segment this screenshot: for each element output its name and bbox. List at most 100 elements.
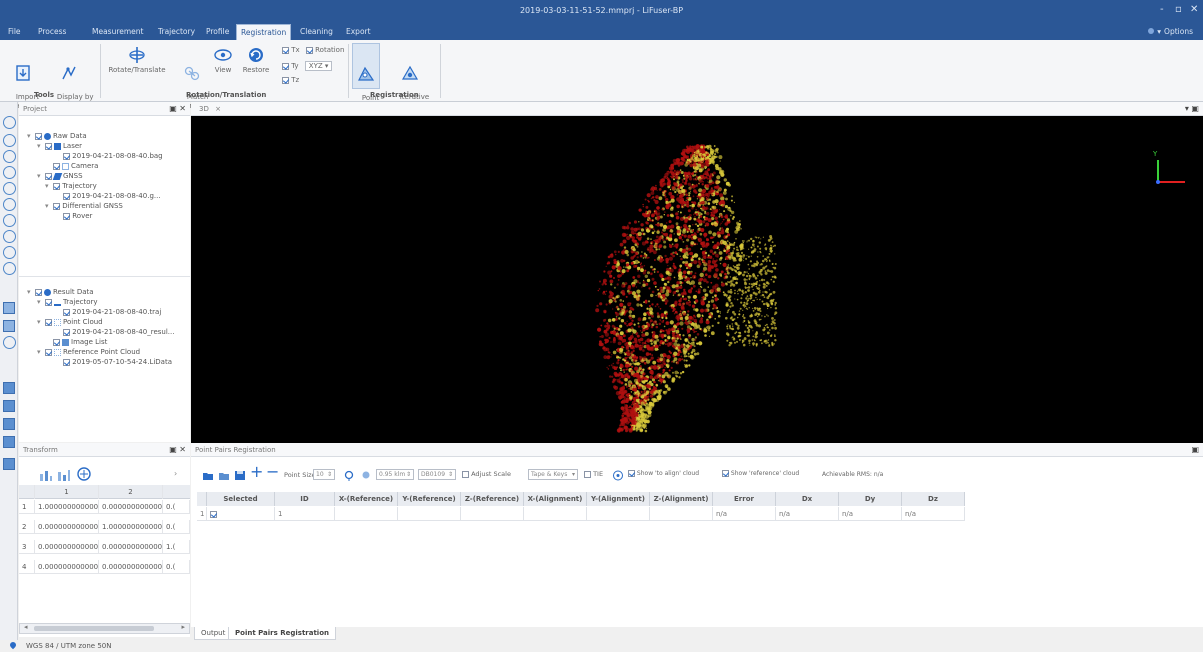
pin-icon[interactable]: ▾ ▣ — [1185, 104, 1199, 113]
tree-result-trajectory[interactable]: ▾ Trajectory — [37, 298, 98, 306]
menu-measurement[interactable]: Measurement — [92, 27, 144, 36]
menu-profile[interactable]: Profile — [206, 27, 229, 36]
dx-cell[interactable]: n/a — [776, 507, 839, 521]
close-button[interactable]: ✕ — [1190, 4, 1198, 15]
field-a-input[interactable]: 0.95 klm ⇕ — [376, 469, 414, 480]
menu-process[interactable]: Process — [38, 27, 66, 36]
add-pair-icon[interactable]: + — [250, 464, 263, 480]
tool-square-icon[interactable] — [3, 418, 15, 430]
matrix-cell[interactable]: 0.000000000000 — [99, 540, 163, 554]
transform-icon[interactable] — [77, 467, 91, 481]
adjust-scale-toggle[interactable]: Adjust Scale — [462, 470, 511, 478]
tree-result-traj-file[interactable]: 2019-04-21-08-08-40.traj — [63, 308, 161, 316]
show-align-toggle[interactable]: Show 'to align' cloud — [628, 470, 699, 477]
pick-reference-icon[interactable] — [360, 470, 372, 481]
matrix-cell[interactable]: 0.000000000000 — [99, 560, 163, 574]
pin-close-icon[interactable]: ▣ ✕ — [169, 445, 186, 454]
coordinate-cell[interactable] — [650, 507, 713, 521]
coordinate-cell[interactable] — [335, 507, 398, 521]
tool-square-icon[interactable] — [3, 320, 15, 332]
tab-point-pairs[interactable]: Point Pairs Registration — [228, 627, 337, 640]
tie-toggle[interactable]: TIE — [584, 470, 603, 478]
matrix-cell[interactable]: 0.000000000000 — [35, 560, 99, 574]
tool-circle-icon[interactable] — [3, 116, 16, 129]
tree-gnss[interactable]: ▾ GNSS — [37, 172, 83, 180]
coordinate-cell[interactable] — [524, 507, 587, 521]
matrix-cell[interactable]: 1.000000000000 — [35, 500, 99, 514]
column-header[interactable]: Y-(Reference) — [398, 492, 461, 506]
coordinate-cell[interactable] — [398, 507, 461, 521]
menu-cleaning[interactable]: Cleaning — [300, 27, 333, 36]
tree-rover[interactable]: Rover — [63, 212, 92, 220]
tree-result-data[interactable]: ▾ Result Data — [27, 288, 94, 296]
tool-circle-icon[interactable] — [3, 182, 16, 195]
ty-checkbox[interactable] — [282, 62, 289, 70]
id-cell[interactable]: 1 — [275, 507, 335, 521]
matrix-cell[interactable]: 1.( — [163, 540, 190, 554]
field-b-input[interactable]: DB0109 ⇕ — [418, 469, 456, 480]
rotation-checkbox[interactable] — [305, 46, 313, 54]
3d-viewport[interactable]: Y — [191, 116, 1203, 443]
error-cell[interactable]: n/a — [713, 507, 776, 521]
pin-icon[interactable]: ▣ — [1191, 445, 1199, 454]
restore-button[interactable]: Restore — [240, 46, 272, 75]
tool-circle-icon[interactable] — [3, 246, 16, 259]
dz-cell[interactable]: n/a — [902, 507, 965, 521]
folder-icon[interactable] — [218, 470, 230, 481]
column-header[interactable]: Z-(Alignment) — [650, 492, 713, 506]
bar-chart-icon[interactable] — [39, 469, 53, 481]
column-header[interactable]: X-(Reference) — [335, 492, 398, 506]
tool-circle-icon[interactable] — [3, 134, 16, 147]
selected-checkbox[interactable] — [210, 510, 217, 518]
tree-diff-gnss[interactable]: ▾ Differential GNSS — [45, 202, 123, 210]
menu-trajectory[interactable]: Trajectory — [158, 27, 195, 36]
keys-mode-select[interactable]: Tape & Keys ▾ — [528, 469, 578, 480]
tool-square-icon[interactable] — [3, 400, 15, 412]
matrix-cell[interactable]: 0.( — [163, 560, 190, 574]
tool-circle-icon[interactable] — [3, 150, 16, 163]
matrix-cell[interactable]: 0.000000000000 — [99, 500, 163, 514]
bar-chart-icon[interactable] — [57, 469, 71, 481]
tab-3d[interactable]: 3D — [199, 105, 209, 113]
tree-bag-file[interactable]: 2019-04-21-08-08-40.bag — [63, 152, 163, 160]
scroll-thumb[interactable] — [34, 626, 154, 631]
tool-circle-icon[interactable] — [3, 214, 16, 227]
dy-cell[interactable]: n/a — [839, 507, 902, 521]
rotate-translate-button[interactable]: Rotate/Translate — [106, 46, 168, 75]
minimize-button[interactable]: - — [1160, 4, 1164, 15]
tree-pc-file[interactable]: 2019-04-21-08-08-40_resul... — [63, 328, 174, 336]
remove-pair-icon[interactable]: − — [266, 464, 279, 480]
pin-close-icon[interactable]: ▣ ✕ — [169, 104, 186, 113]
column-header[interactable]: Dx — [776, 492, 839, 506]
chevron-right-icon[interactable]: › — [174, 469, 177, 478]
tree-camera[interactable]: Camera — [53, 162, 98, 170]
tool-square-icon[interactable] — [3, 458, 15, 470]
matrix-cell[interactable]: 0.000000000000 — [35, 520, 99, 534]
column-header[interactable]: Dz — [902, 492, 965, 506]
column-header[interactable]: Dy — [839, 492, 902, 506]
point-pairs-button[interactable]: Point Pairs — [352, 43, 380, 111]
coordinate-cell[interactable] — [461, 507, 524, 521]
column-header[interactable]: Y-(Alignment) — [587, 492, 650, 506]
matrix-cell[interactable]: 1.000000000000 — [99, 520, 163, 534]
coordinate-cell[interactable] — [587, 507, 650, 521]
pick-point-icon[interactable] — [343, 470, 355, 481]
matrix-cell[interactable]: 0.( — [163, 520, 190, 534]
tab-output[interactable]: Output — [194, 627, 233, 640]
horizontal-scrollbar[interactable]: ◂ ▸ — [19, 623, 190, 634]
tab-close-icon[interactable]: × — [215, 105, 221, 113]
options-menu[interactable]: ▾ Options — [1148, 27, 1193, 36]
menu-file[interactable]: File — [8, 27, 21, 36]
selected-cell[interactable] — [207, 507, 275, 521]
tool-circle-icon[interactable] — [3, 166, 16, 179]
target-icon[interactable] — [612, 470, 624, 481]
show-ref-toggle[interactable]: Show 'reference' cloud — [722, 470, 799, 477]
menu-export[interactable]: Export — [346, 27, 371, 36]
tool-square-icon[interactable] — [3, 302, 15, 314]
column-header[interactable]: Error — [713, 492, 776, 506]
tool-circle-icon[interactable] — [3, 198, 16, 211]
scroll-right-icon[interactable]: ▸ — [181, 623, 185, 631]
tree-reference-cloud[interactable]: ▾ Reference Point Cloud — [37, 348, 140, 356]
tx-checkbox[interactable] — [282, 46, 289, 54]
column-header[interactable]: Selected — [207, 492, 275, 506]
